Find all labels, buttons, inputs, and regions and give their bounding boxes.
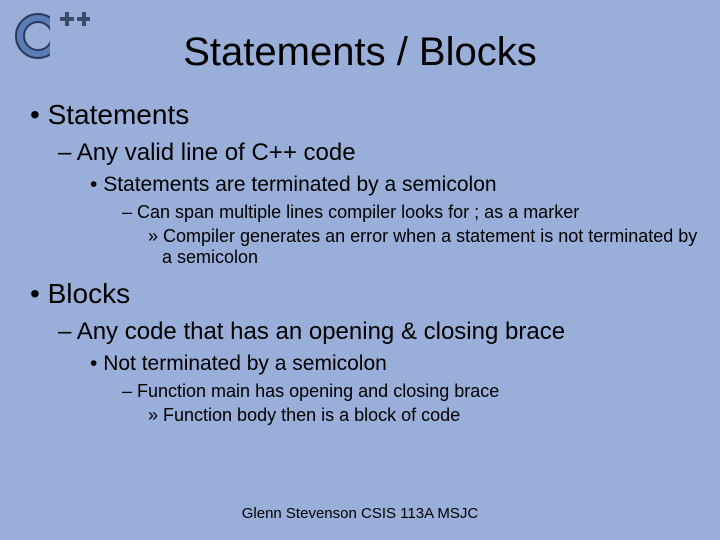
sub-span-multiple: Can span multiple lines compiler looks f… [122,202,700,223]
slide-body: Statements Any valid line of C++ code St… [0,99,720,426]
sub-not-terminated: Not terminated by a semicolon [90,352,700,376]
sub-terminated-semicolon: Statements are terminated by a semicolon [90,173,700,197]
bullet-statements: Statements [30,99,700,131]
sub-opening-closing-brace: Any code that has an opening & closing b… [58,318,700,346]
slide-title: Statements / Blocks [0,0,720,99]
bullet-blocks: Blocks [30,278,700,310]
sub-function-body: Function body then is a block of code [148,405,700,426]
cpp-logo-icon [10,6,90,61]
sub-function-main: Function main has opening and closing br… [122,381,700,402]
slide-footer: Glenn Stevenson CSIS 113A MSJC [0,505,720,522]
sub-compiler-error: Compiler generates an error when a state… [148,226,700,268]
sub-any-valid-line: Any valid line of C++ code [58,139,700,167]
